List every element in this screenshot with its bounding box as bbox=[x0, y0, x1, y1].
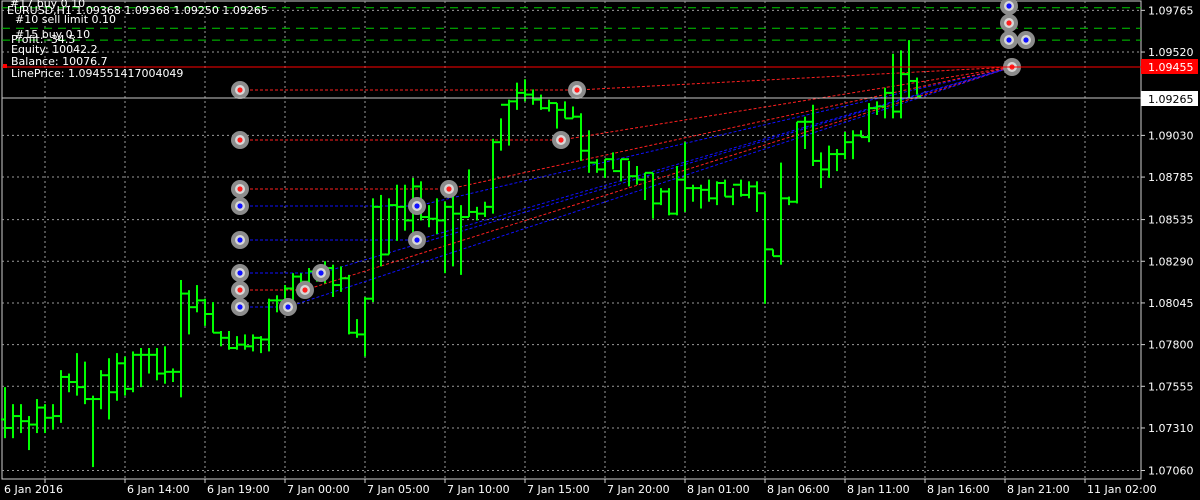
trade-marker-dot bbox=[558, 137, 564, 143]
price-tick-label: 1.07310 bbox=[1148, 422, 1194, 435]
trade-marker-dot bbox=[285, 304, 291, 310]
price-chart[interactable]: 1.09765 1.09520 1.09030 1.08785 1.08535 1.082… bbox=[0, 0, 1200, 500]
trade-marker-dot bbox=[237, 304, 243, 310]
price-tick-label: 1.07800 bbox=[1148, 339, 1194, 352]
price-tick-label: 1.09520 bbox=[1148, 46, 1194, 59]
trade-marker-dot bbox=[318, 270, 324, 276]
trade-marker[interactable] bbox=[1017, 31, 1035, 49]
trade-marker-dot bbox=[1006, 3, 1012, 9]
time-tick-label: 8 Jan 06:00 bbox=[767, 483, 830, 496]
line-price-label: 1.09455 bbox=[1148, 61, 1194, 74]
trade-marker[interactable] bbox=[231, 197, 249, 215]
price-tick-label: 1.09765 bbox=[1148, 4, 1194, 17]
trade-marker[interactable] bbox=[231, 298, 249, 316]
time-tick-label: 7 Jan 15:00 bbox=[527, 483, 590, 496]
sell-limit-order: #10 sell limit 0.10 bbox=[15, 13, 116, 26]
trade-marker-dot bbox=[414, 203, 420, 209]
time-tick-label: 6 Jan 2016 bbox=[4, 483, 63, 496]
price-tick-label: 1.07060 bbox=[1148, 464, 1194, 477]
time-tick-label: 7 Jan 10:00 bbox=[447, 483, 510, 496]
trade-marker[interactable] bbox=[231, 231, 249, 249]
line-price-value: LinePrice: 1.094551417004049 bbox=[11, 67, 183, 80]
price-tick-label: 1.07555 bbox=[1148, 380, 1194, 393]
trade-marker-dot bbox=[302, 287, 308, 293]
trade-marker-dot bbox=[237, 287, 243, 293]
price-tick-label: 1.09030 bbox=[1148, 129, 1194, 142]
time-tick-label: 7 Jan 05:00 bbox=[367, 483, 430, 496]
trade-marker[interactable] bbox=[408, 197, 426, 215]
time-tick-label: 8 Jan 01:00 bbox=[687, 483, 750, 496]
trade-marker[interactable] bbox=[231, 131, 249, 149]
time-tick-label: 7 Jan 20:00 bbox=[607, 483, 670, 496]
trade-marker-dot bbox=[446, 186, 452, 192]
time-tick-label: 7 Jan 00:00 bbox=[287, 483, 350, 496]
price-tick-label: 1.08535 bbox=[1148, 214, 1194, 227]
time-tick-label: 6 Jan 19:00 bbox=[207, 483, 270, 496]
trade-marker-dot bbox=[1023, 37, 1029, 43]
line-price-marker bbox=[3, 64, 7, 68]
trade-marker-dot bbox=[574, 87, 580, 93]
trade-marker[interactable] bbox=[279, 298, 297, 316]
trade-marker-dot bbox=[1006, 37, 1012, 43]
trade-marker-dot bbox=[237, 87, 243, 93]
trade-marker[interactable] bbox=[231, 81, 249, 99]
trade-marker[interactable] bbox=[568, 81, 586, 99]
price-tick-label: 1.08045 bbox=[1148, 297, 1194, 310]
trade-marker[interactable] bbox=[408, 231, 426, 249]
trade-marker[interactable] bbox=[231, 281, 249, 299]
trade-marker[interactable] bbox=[296, 281, 314, 299]
trade-marker-dot bbox=[414, 237, 420, 243]
time-tick-label: 8 Jan 11:00 bbox=[847, 483, 910, 496]
time-tick-label: 8 Jan 21:00 bbox=[1007, 483, 1070, 496]
trade-marker-dot bbox=[1006, 20, 1012, 26]
trade-marker[interactable] bbox=[231, 264, 249, 282]
trade-marker-dot bbox=[237, 137, 243, 143]
trade-marker-dot bbox=[237, 270, 243, 276]
trade-marker[interactable] bbox=[440, 180, 458, 198]
trade-marker-dot bbox=[237, 186, 243, 192]
time-tick-label: 6 Jan 14:00 bbox=[127, 483, 190, 496]
current-price-label: 1.09265 bbox=[1148, 93, 1194, 106]
trade-marker[interactable] bbox=[552, 131, 570, 149]
trade-marker[interactable] bbox=[312, 264, 330, 282]
trade-marker[interactable] bbox=[1000, 14, 1018, 32]
trade-marker-dot bbox=[237, 203, 243, 209]
time-tick-label: 8 Jan 16:00 bbox=[927, 483, 990, 496]
trade-marker-dot bbox=[237, 237, 243, 243]
trade-marker[interactable] bbox=[231, 180, 249, 198]
time-tick-label: 11 Jan 02:00 bbox=[1087, 483, 1157, 496]
price-tick-label: 1.08785 bbox=[1148, 171, 1194, 184]
trade-marker[interactable] bbox=[1000, 31, 1018, 49]
price-tick-label: 1.08290 bbox=[1148, 255, 1194, 268]
